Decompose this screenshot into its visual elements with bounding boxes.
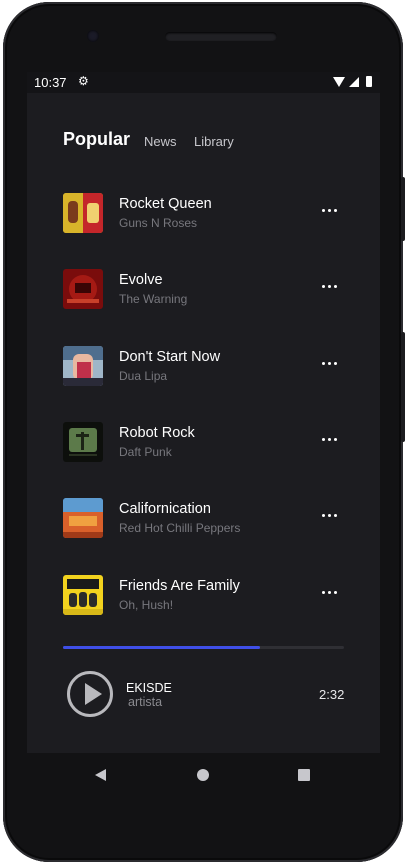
track-list-item[interactable]: Rocket Queen Guns N Roses [63, 193, 351, 235]
album-cover [63, 346, 103, 386]
track-title: Evolve [119, 272, 163, 288]
more-options-icon[interactable] [322, 361, 340, 367]
playback-progress-bar[interactable] [63, 646, 344, 649]
tab-library[interactable]: Library [194, 134, 234, 149]
album-cover [63, 193, 103, 233]
more-options-icon[interactable] [322, 590, 340, 596]
status-bar: 10:37 ⚙ [27, 72, 380, 93]
track-title: Californication [119, 501, 211, 517]
tab-popular[interactable]: Popular [63, 129, 130, 150]
track-artist: Guns N Roses [119, 216, 198, 230]
track-title: Friends Are Family [119, 578, 240, 594]
track-artist: The Warning [119, 292, 188, 306]
system-nav-bar [27, 753, 380, 798]
status-time: 10:37 [34, 75, 67, 90]
track-artist: Daft Punk [119, 445, 172, 459]
album-cover [63, 422, 103, 462]
playback-progress-fill [63, 646, 260, 649]
more-options-icon[interactable] [322, 437, 340, 443]
album-cover [63, 269, 103, 309]
wifi-icon [333, 77, 345, 87]
track-list-item[interactable]: Californication Red Hot Chilli Peppers [63, 498, 351, 540]
front-camera [87, 30, 99, 42]
app-screen: 10:37 ⚙ Popular News Library Rocket Quee… [27, 72, 380, 753]
track-artist: Red Hot Chilli Peppers [119, 521, 241, 535]
earpiece-speaker [165, 32, 277, 41]
track-list-item[interactable]: Friends Are Family Oh, Hush! [63, 575, 351, 617]
now-playing-artist: artista [128, 695, 163, 709]
track-artist: Dua Lipa [119, 369, 168, 383]
recents-icon[interactable] [298, 769, 310, 781]
play-button[interactable] [67, 671, 113, 717]
track-artist: Oh, Hush! [119, 598, 174, 612]
track-list-item[interactable]: Don't Start Now Dua Lipa [63, 346, 351, 388]
power-button [401, 332, 405, 442]
more-options-icon[interactable] [322, 208, 340, 214]
settings-icon: ⚙ [78, 74, 89, 88]
now-playing-title: EKISDE [126, 681, 172, 695]
track-title: Robot Rock [119, 425, 195, 441]
home-icon[interactable] [197, 769, 209, 781]
track-list-item[interactable]: Evolve The Warning [63, 269, 351, 311]
album-cover [63, 575, 103, 615]
play-icon [85, 683, 102, 705]
track-title: Rocket Queen [119, 196, 212, 212]
battery-icon [366, 76, 372, 87]
tab-news[interactable]: News [144, 134, 177, 149]
track-list-item[interactable]: Robot Rock Daft Punk [63, 422, 351, 464]
back-icon[interactable] [95, 769, 106, 781]
album-cover [63, 498, 103, 538]
more-options-icon[interactable] [322, 513, 340, 519]
track-title: Don't Start Now [119, 349, 221, 365]
signal-icon [349, 77, 359, 87]
now-playing-time: 2:32 [319, 687, 345, 702]
volume-button [401, 177, 405, 241]
more-options-icon[interactable] [322, 284, 340, 290]
